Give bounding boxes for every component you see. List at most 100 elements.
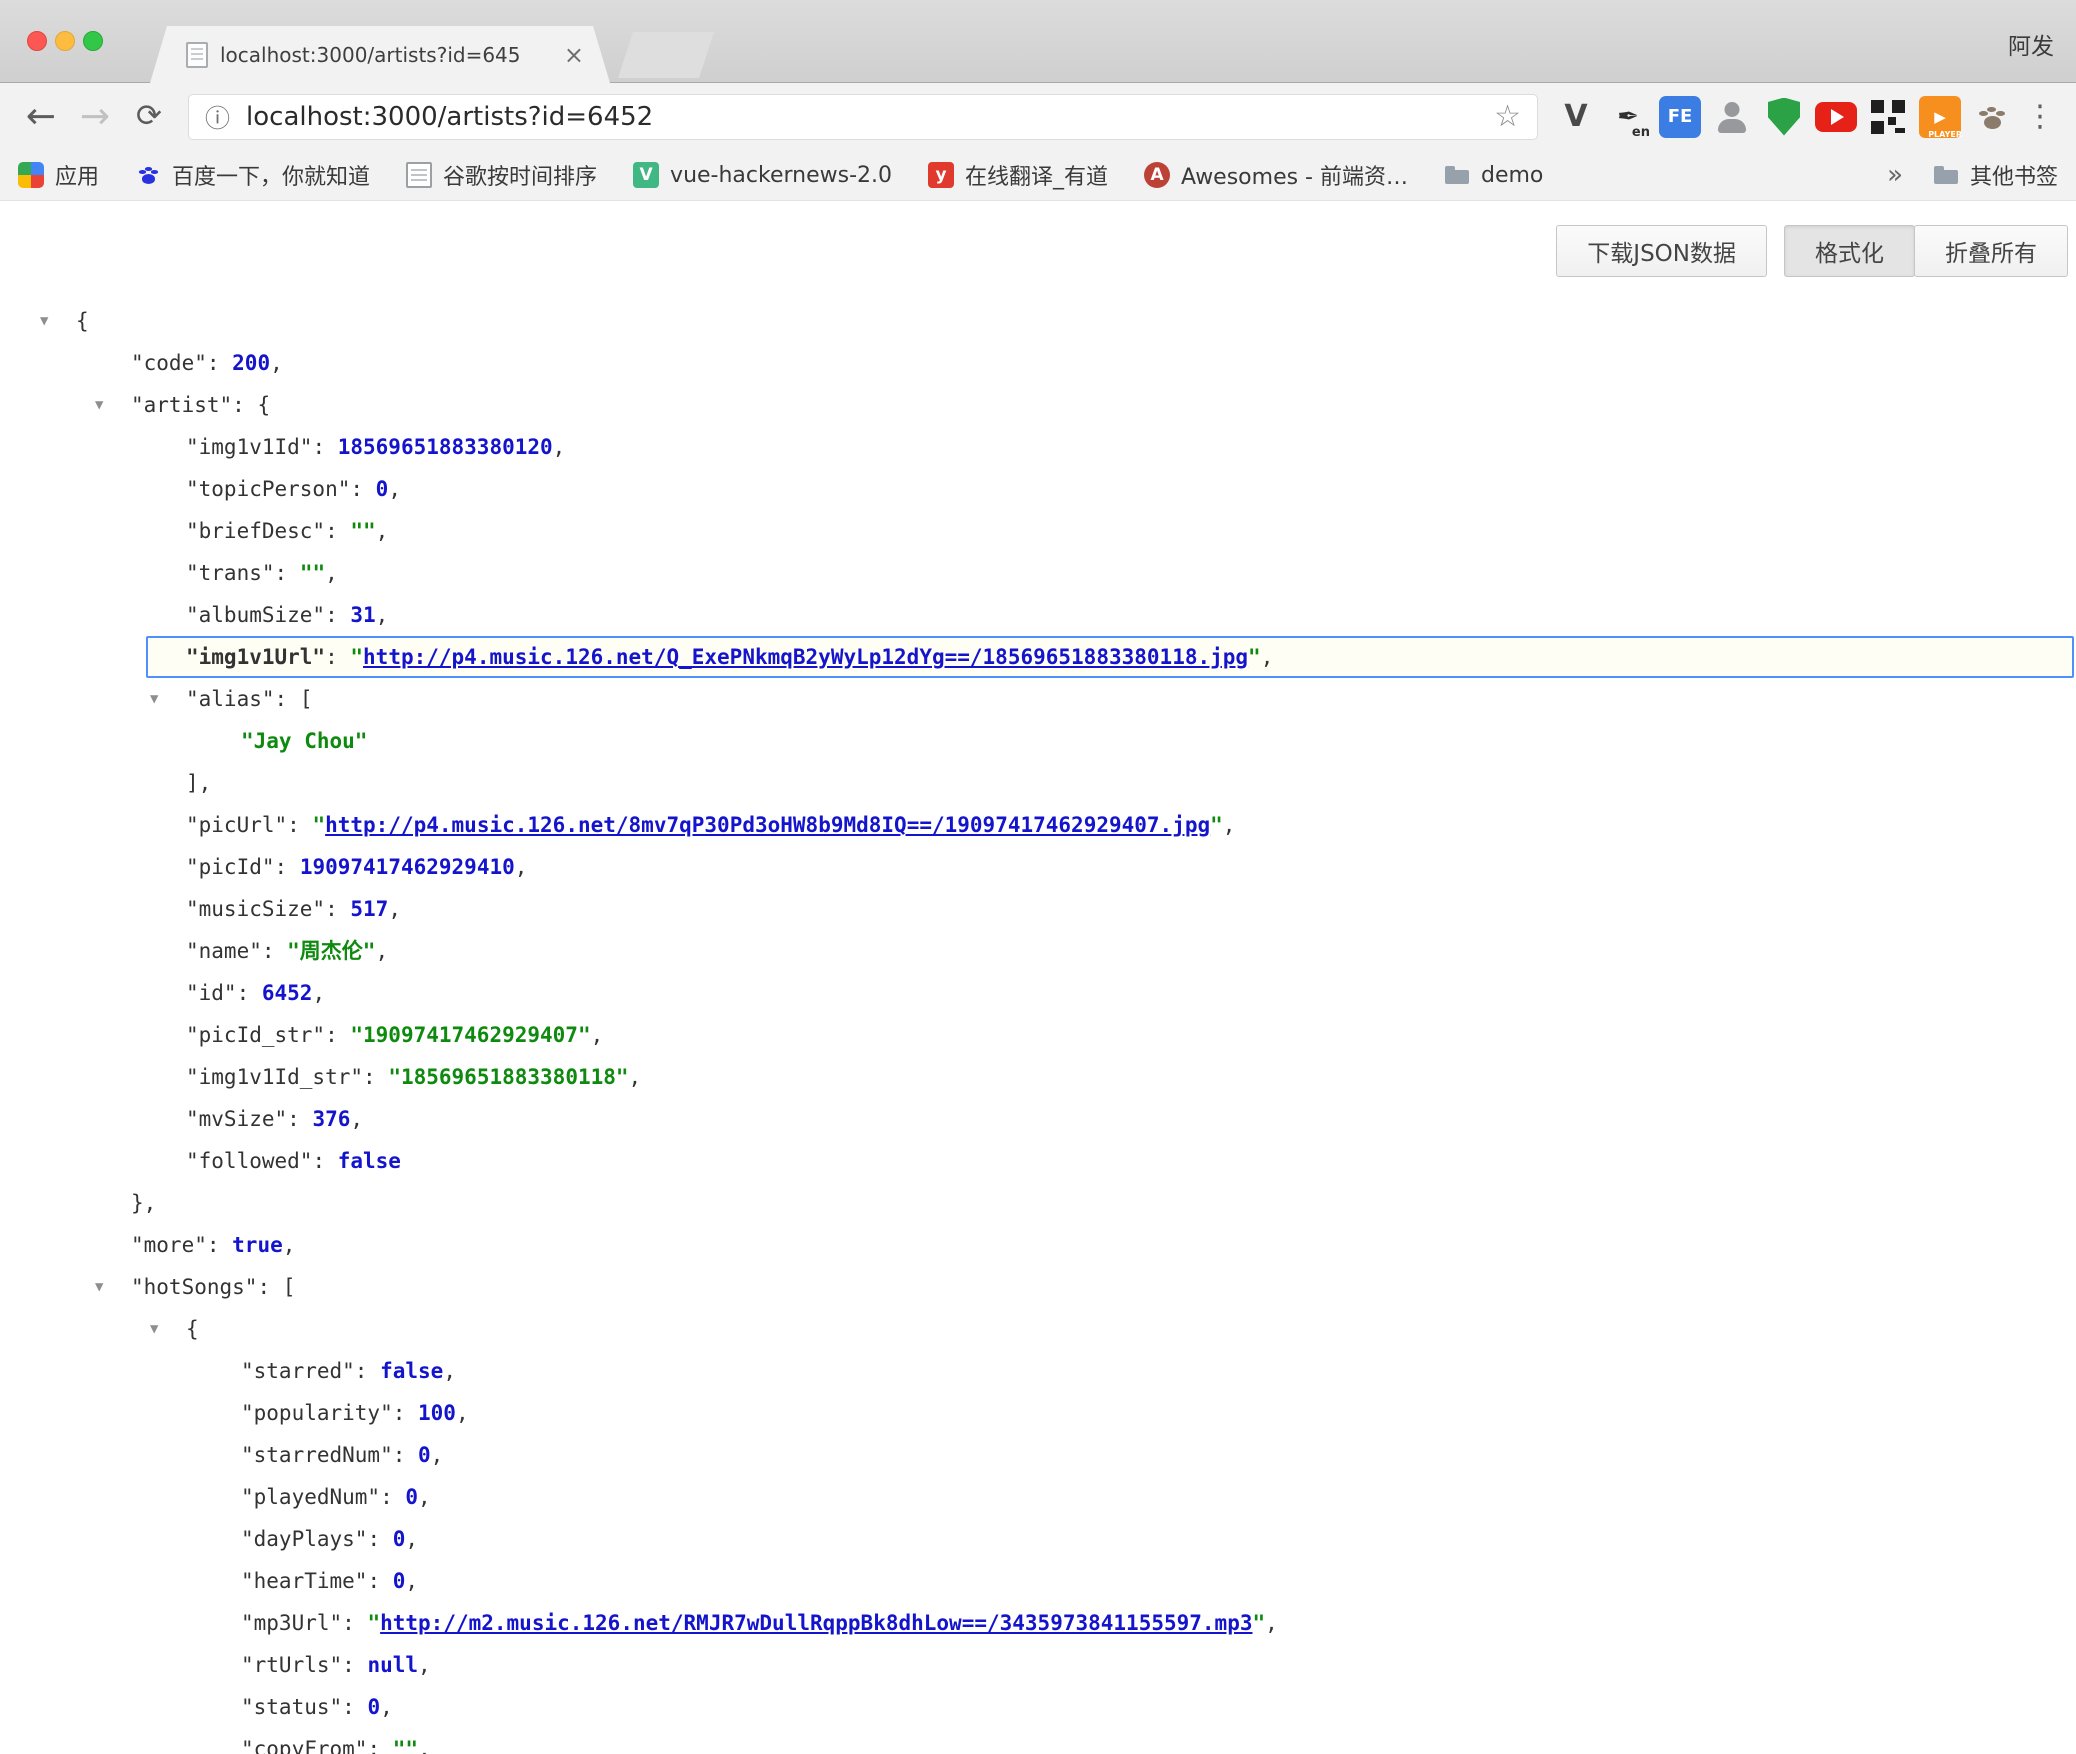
bookmarks-bar: 应用 百度一下，你就知道 谷歌按时间排序 Vvue-hackernews-2.0 y在线… (0, 150, 2076, 201)
json-value: 6452 (262, 981, 313, 1005)
forward-button: → (68, 99, 122, 135)
browser-menu-icon[interactable]: ⋮ (2018, 99, 2062, 134)
json-line: "topicPerson": 0, (0, 468, 2076, 510)
json-value: false (338, 1149, 401, 1173)
json-key: "id" (186, 981, 237, 1005)
bookmark-vue-hackernews[interactable]: Vvue-hackernews-2.0 (633, 162, 892, 188)
format-button[interactable]: 格式化 (1784, 225, 1915, 277)
player-extension-icon[interactable]: ▶PLAYER (1914, 91, 1966, 143)
navigation-bar: ← → ⟳ ⓘ localhost:3000/artists?id=6452 ☆… (0, 83, 2076, 150)
bookmark-youdao-translate[interactable]: y在线翻译_有道 (928, 159, 1108, 191)
json-value: 100 (418, 1401, 456, 1425)
json-string-value: "Jay Chou" (241, 729, 367, 753)
collapse-toggle-icon[interactable]: ▼ (150, 1308, 158, 1350)
apps-grid-icon (18, 162, 44, 188)
json-url-link[interactable]: http://p4.music.126.net/8mv7qP30Pd3oHW8b… (325, 813, 1210, 837)
bookmarks-overflow-icon[interactable]: » (1887, 160, 1903, 190)
vimium-icon[interactable]: V (1550, 91, 1602, 143)
json-url-link[interactable]: http://m2.music.126.net/RMJR7wDullRqppBk… (380, 1611, 1252, 1635)
json-punct: : (262, 939, 287, 963)
minimize-window-button[interactable] (55, 31, 75, 51)
json-punct: , (629, 1065, 642, 1089)
json-bracket: ] (186, 771, 199, 795)
collapse-toggle-icon[interactable]: ▼ (95, 384, 103, 426)
page-icon (406, 162, 432, 188)
json-value: 0 (418, 1443, 431, 1467)
collapse-toggle-icon[interactable]: ▼ (40, 300, 48, 342)
json-line: "img1v1Id_str": "18569651883380118", (0, 1056, 2076, 1098)
json-punct: , (388, 897, 401, 921)
download-json-button[interactable]: 下载JSON数据 (1556, 225, 1767, 277)
tab-close-icon[interactable]: × (564, 43, 584, 67)
json-punct: : (393, 1443, 418, 1467)
json-url-link[interactable]: http://p4.music.126.net/Q_ExePNkmqB2yWyL… (363, 645, 1248, 669)
json-key: "copyFrom" (241, 1737, 367, 1754)
bookmark-star-icon[interactable]: ☆ (1494, 99, 1521, 134)
json-string-value: "周杰伦" (287, 939, 375, 963)
new-tab-button[interactable] (618, 32, 714, 78)
close-window-button[interactable] (27, 31, 47, 51)
paw-extension-icon[interactable] (1966, 91, 2018, 143)
json-key: "hearTime" (241, 1569, 367, 1593)
other-bookmarks-folder[interactable]: 其他书签 (1933, 159, 2058, 191)
json-punct: , (405, 1569, 418, 1593)
youtube-icon[interactable] (1810, 91, 1862, 143)
translate-pen-icon[interactable]: ✒en (1602, 91, 1654, 143)
user-extension-icon[interactable] (1706, 91, 1758, 143)
json-bracket: { (186, 1317, 199, 1341)
json-line: "picId": 19097417462929410, (0, 846, 2076, 888)
json-punct: , (375, 939, 388, 963)
awesomes-icon: A (1144, 162, 1170, 188)
json-punct: , (1265, 1611, 1278, 1635)
json-value: null (367, 1653, 418, 1677)
collapse-toggle-icon[interactable]: ▼ (150, 678, 158, 720)
json-line: ▼"hotSongs": [ (0, 1266, 2076, 1308)
json-key: "briefDesc" (186, 519, 325, 543)
json-bracket: } (131, 1191, 144, 1215)
address-bar[interactable]: ⓘ localhost:3000/artists?id=6452 ☆ (188, 94, 1538, 140)
fehelper-icon[interactable]: FE (1654, 91, 1706, 143)
json-punct: , (591, 1023, 604, 1047)
site-info-icon[interactable]: ⓘ (205, 99, 230, 135)
json-punct: , (312, 981, 325, 1005)
json-punct: : (237, 981, 262, 1005)
json-line: "starred": false, (0, 1350, 2076, 1392)
collapse-all-button[interactable]: 折叠所有 (1914, 225, 2068, 277)
json-line: }, (0, 1182, 2076, 1224)
adguard-shield-icon[interactable] (1758, 91, 1810, 143)
apps-button[interactable]: 应用 (18, 159, 99, 191)
qrcode-extension-icon[interactable] (1862, 91, 1914, 143)
json-bracket: [ (300, 687, 313, 711)
bookmark-baidu[interactable]: 百度一下，你就知道 (135, 159, 370, 191)
json-line: "followed": false (0, 1140, 2076, 1182)
profile-name[interactable]: 阿发 (2008, 27, 2054, 61)
json-line: "mp3Url": "http://m2.music.126.net/RMJR7… (0, 1602, 2076, 1644)
fehelper-icon: FE (1659, 96, 1701, 138)
json-punct: : (287, 813, 312, 837)
json-punct: : (380, 1485, 405, 1509)
collapse-toggle-icon[interactable]: ▼ (95, 1266, 103, 1308)
bookmark-awesomes[interactable]: AAwesomes - 前端资… (1144, 159, 1408, 191)
bookmark-label: vue-hackernews-2.0 (670, 163, 892, 188)
json-value: 0 (376, 477, 389, 501)
json-quote: " (1210, 813, 1223, 837)
json-value: 517 (350, 897, 388, 921)
json-key: "topicPerson" (186, 477, 350, 501)
browser-tab[interactable]: localhost:3000/artists?id=645 × (150, 26, 610, 83)
reload-button[interactable]: ⟳ (122, 101, 176, 132)
json-quote: " (1248, 645, 1261, 669)
json-line: "albumSize": 31, (0, 594, 2076, 636)
bookmark-folder-demo[interactable]: demo (1444, 162, 1543, 188)
json-key: "artist" (131, 393, 232, 417)
json-line: "popularity": 100, (0, 1392, 2076, 1434)
bookmark-label: 在线翻译_有道 (965, 159, 1108, 191)
url-text[interactable]: localhost:3000/artists?id=6452 (246, 102, 1494, 132)
json-punct: , (199, 771, 212, 795)
bookmark-label: demo (1481, 163, 1543, 188)
bookmark-google-sort[interactable]: 谷歌按时间排序 (406, 159, 597, 191)
json-line: ▼{ (0, 1308, 2076, 1350)
zoom-window-button[interactable] (83, 31, 103, 51)
json-string-value: "" (393, 1737, 418, 1754)
back-button[interactable]: ← (14, 99, 68, 135)
json-quote: " (312, 813, 325, 837)
